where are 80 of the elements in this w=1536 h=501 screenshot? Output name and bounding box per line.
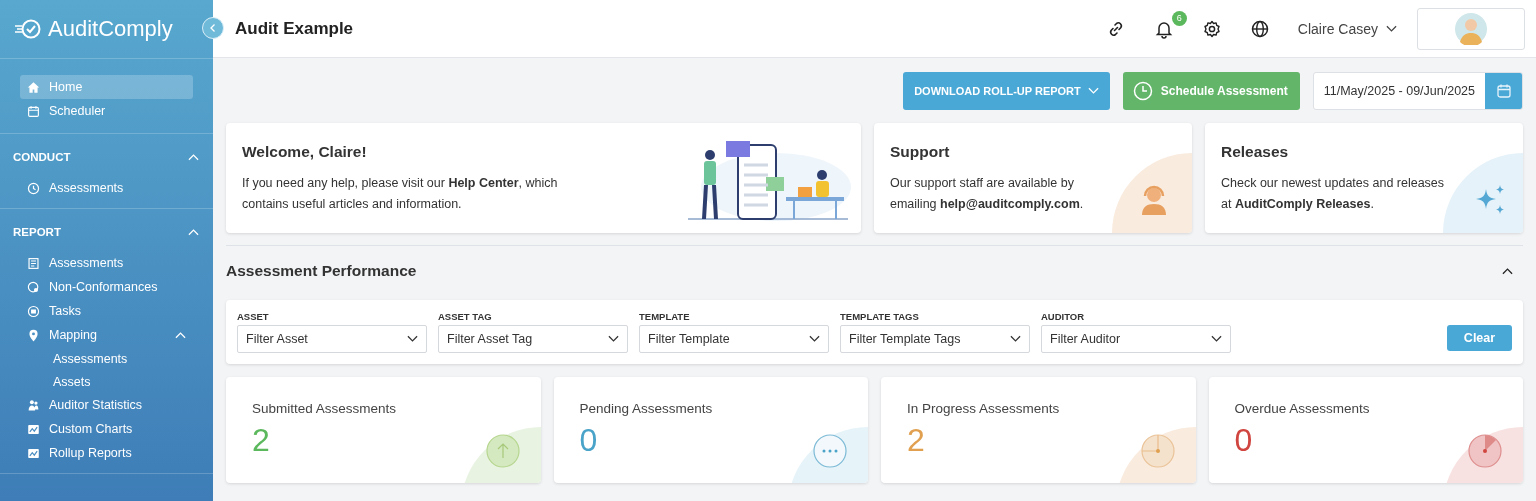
filter-dropdown[interactable]: Filter Template Tags	[840, 325, 1030, 353]
avatar-icon	[1455, 12, 1487, 45]
filter-label: AUDITOR	[1041, 311, 1086, 322]
filter-dropdown[interactable]: Filter Asset Tag	[438, 325, 628, 353]
collapse-chevron-icon	[1502, 267, 1513, 275]
sidebar-item[interactable]: Home	[20, 75, 193, 99]
date-range-field[interactable]: 11/May/2025 - 09/Jun/2025	[1312, 72, 1523, 110]
card-title: Welcome, Claire!	[242, 143, 368, 161]
filter-dropdown[interactable]: Filter Asset	[237, 325, 427, 353]
sidebar-item[interactable]: Scheduler	[20, 99, 193, 123]
list-icon	[27, 304, 40, 318]
chevron-icon	[1010, 335, 1021, 343]
chevron-icon	[1087, 87, 1099, 95]
stat-label: Pending Assessments	[579, 401, 714, 416]
filter-label: ASSET	[237, 311, 270, 322]
settings-icon[interactable]	[1201, 18, 1222, 39]
user-menu[interactable]: Claire Casey	[1297, 20, 1397, 37]
clock-icon	[1132, 81, 1153, 101]
clear-button[interactable]: Clear	[1447, 325, 1512, 351]
section-heading: CONDUCT	[13, 151, 71, 163]
chevron-icon	[407, 335, 418, 343]
chevron-icon	[1211, 335, 1222, 343]
page-title: Audit Example	[235, 18, 354, 39]
sidebar-item[interactable]: Auditor Statistics	[20, 393, 193, 417]
releases-text: Check our newest updates and releases at AuditComply Releases.	[1221, 175, 1446, 213]
collapse-button[interactable]	[202, 17, 224, 39]
card-title: Support	[890, 143, 951, 161]
calendar-icon	[27, 104, 40, 118]
sidebar-item[interactable]: Assessments	[20, 347, 193, 370]
sidebar-item[interactable]: Assets	[20, 370, 193, 393]
more-icon	[813, 434, 847, 468]
sidebar-item[interactable]: Mapping	[20, 323, 193, 347]
stat-label: In Progress Assessments	[907, 401, 1061, 416]
chart-icon	[27, 422, 40, 436]
filter-dropdown[interactable]: Filter Auditor	[1041, 325, 1231, 353]
schedule-assessment-button[interactable]: Schedule Assessment	[1122, 72, 1300, 110]
stat-value: 0	[1234, 422, 1253, 458]
stat-value: 0	[579, 422, 598, 458]
notification-count: 6	[1171, 10, 1187, 26]
filter-label: TEMPLATE TAGS	[840, 311, 920, 322]
card-title: Releases	[1221, 143, 1290, 161]
chevron-icon	[188, 153, 199, 161]
badge-icon	[27, 280, 40, 294]
headset-icon	[1139, 183, 1169, 215]
support-text: Our support staff are available by emailing help@auditcomply.com.	[890, 175, 1085, 213]
document-icon	[27, 256, 40, 270]
filter-label: TEMPLATE	[639, 311, 691, 322]
section-title: Assessment Performance	[226, 262, 417, 280]
sidebar-item[interactable]: Non-Conformances	[20, 275, 193, 299]
welcome-text: If you need any help, please visit our Help Center, which contains useful articles and information.	[242, 175, 559, 213]
logo-text: AuditComply	[48, 16, 173, 42]
clock-dial-icon	[1140, 434, 1175, 468]
checkmark-logo-icon	[14, 18, 42, 40]
filter-dropdown[interactable]: Filter Template	[639, 325, 829, 353]
globe-icon[interactable]	[1249, 18, 1270, 39]
location-pin-icon	[27, 328, 40, 342]
chart-icon	[27, 446, 40, 460]
filter-label: ASSET TAG	[438, 311, 493, 322]
section-heading: REPORT	[13, 226, 61, 238]
sidebar-item[interactable]: Custom Charts	[20, 417, 193, 441]
stat-value: 2	[252, 422, 270, 458]
chevron-icon	[608, 335, 619, 343]
chevron-left-icon	[208, 23, 218, 33]
chevron-icon	[188, 228, 199, 236]
sidebar-item[interactable]: Rollup Reports	[20, 441, 193, 465]
chevron-icon	[809, 335, 820, 343]
sidebar-item[interactable]: Assessments	[20, 251, 193, 275]
home-icon	[27, 80, 40, 94]
stat-value: 2	[907, 422, 925, 458]
sidebar-item[interactable]: Tasks	[20, 299, 193, 323]
chevron-icon	[1386, 24, 1397, 33]
stat-label: Submitted Assessments	[252, 401, 398, 416]
timer-icon	[1468, 434, 1502, 468]
sidebar-item[interactable]: Assessments	[20, 176, 193, 200]
clock-icon	[27, 181, 40, 195]
stat-label: Overdue Assessments	[1234, 401, 1371, 416]
calendar-icon	[1495, 83, 1512, 99]
people-icon	[27, 398, 40, 412]
chevron-icon	[175, 331, 186, 339]
download-report-button[interactable]: DOWNLOAD ROLL-UP REPORT	[903, 72, 1110, 110]
